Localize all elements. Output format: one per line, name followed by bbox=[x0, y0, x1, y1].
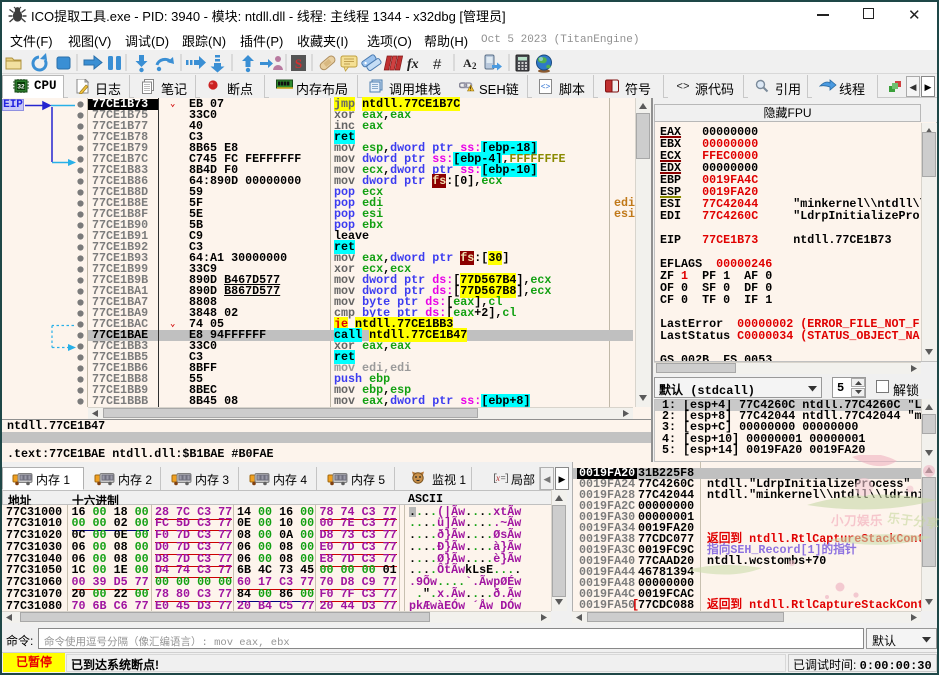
svg-text:32: 32 bbox=[17, 84, 25, 91]
svg-text:#: # bbox=[433, 56, 442, 73]
svg-text:小刀娱乐: 小刀娱乐 bbox=[830, 510, 883, 529]
svg-text:fx: fx bbox=[407, 57, 419, 72]
svg-text:x: x bbox=[495, 473, 500, 483]
svg-text:<>: <> bbox=[676, 82, 689, 92]
svg-text:2: 2 bbox=[472, 61, 477, 71]
svg-text:乐于分享: 乐于分享 bbox=[887, 507, 939, 532]
svg-text:<>: <> bbox=[541, 83, 551, 92]
svg-text:]: ] bbox=[504, 473, 508, 483]
svg-text:A: A bbox=[463, 56, 472, 70]
svg-text:S: S bbox=[295, 56, 302, 71]
